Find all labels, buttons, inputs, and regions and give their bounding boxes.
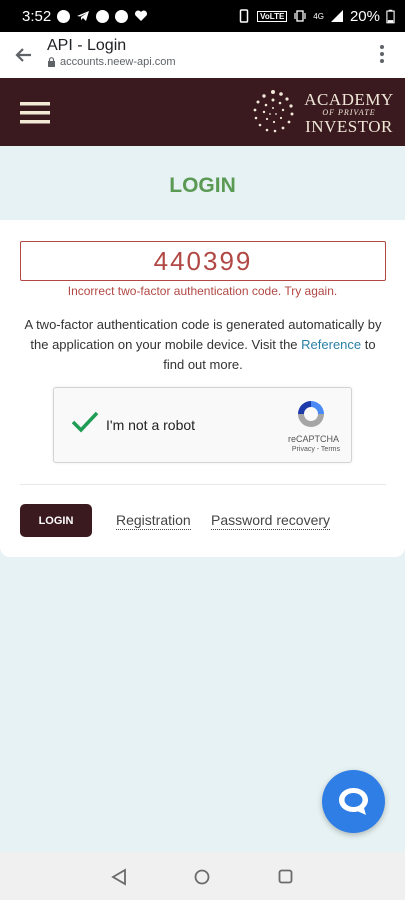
info-text: A two-factor authentication code is gene… bbox=[20, 315, 386, 375]
url-text: accounts.neew-api.com bbox=[60, 56, 176, 68]
nav-back-icon[interactable] bbox=[111, 868, 127, 886]
vibrate-icon bbox=[294, 10, 306, 22]
whatsapp-icon bbox=[57, 9, 71, 23]
registration-link[interactable]: Registration bbox=[116, 512, 191, 530]
browser-bar: API - Login accounts.neew-api.com bbox=[0, 32, 405, 78]
phone-icon bbox=[239, 9, 249, 23]
recaptcha-privacy-terms[interactable]: Privacy - Terms bbox=[292, 446, 340, 453]
login-card: Incorrect two-factor authentication code… bbox=[0, 220, 405, 557]
login-button[interactable]: LOGIN bbox=[20, 504, 92, 537]
battery-icon bbox=[386, 9, 395, 23]
checkmark-icon[interactable] bbox=[70, 410, 100, 434]
logo-text: Academy of private Investor bbox=[303, 91, 395, 135]
signal-icon bbox=[330, 10, 343, 22]
heart-icon bbox=[135, 10, 148, 21]
battery-percent: 20% bbox=[349, 7, 380, 25]
messenger-icon bbox=[96, 9, 110, 23]
status-bar: 3:52 VoLTE 4G 20% bbox=[0, 0, 405, 32]
recaptcha-logo-icon bbox=[298, 401, 324, 427]
recaptcha-brand: reCAPTCHA bbox=[287, 434, 339, 444]
two-factor-code-input[interactable] bbox=[20, 241, 386, 281]
status-time: 3:52 bbox=[22, 7, 52, 25]
logo-line-1: Academy bbox=[304, 90, 394, 109]
hamburger-menu-icon[interactable] bbox=[20, 102, 50, 124]
back-arrow-icon[interactable] bbox=[12, 44, 34, 66]
error-message: Incorrect two-factor authentication code… bbox=[67, 284, 338, 298]
messenger-icon-2 bbox=[115, 9, 129, 23]
url-line: accounts.neew-api.com bbox=[47, 56, 176, 68]
logo-line-3: Investor bbox=[305, 117, 393, 136]
login-title-band: LOGIN bbox=[0, 146, 405, 220]
volte-badge: VoLTE bbox=[257, 10, 288, 22]
android-nav-bar bbox=[0, 852, 405, 900]
recaptcha-widget: I'm not a robot reCAPTCHA Privacy - Term… bbox=[53, 387, 352, 463]
chat-bubble-icon bbox=[339, 788, 368, 815]
nav-home-icon[interactable] bbox=[194, 869, 210, 885]
dotted-circle-logo-icon bbox=[253, 90, 294, 133]
password-recovery-link[interactable]: Password recovery bbox=[211, 512, 331, 530]
divider bbox=[20, 484, 386, 485]
site-header: Academy of private Investor bbox=[0, 78, 405, 146]
menu-dots-icon[interactable] bbox=[379, 44, 385, 64]
chat-button[interactable] bbox=[322, 770, 385, 833]
page-title: API - Login bbox=[47, 37, 127, 54]
academy-logo[interactable]: Academy of private Investor bbox=[247, 88, 399, 136]
nav-recent-apps-icon[interactable] bbox=[278, 869, 293, 884]
not-robot-label: I'm not a robot bbox=[106, 417, 196, 433]
lock-icon bbox=[48, 57, 55, 67]
address-block[interactable]: API - Login accounts.neew-api.com bbox=[47, 37, 176, 68]
telegram-icon bbox=[77, 11, 90, 21]
network-type: 4G bbox=[313, 11, 324, 21]
login-heading: LOGIN bbox=[169, 174, 236, 197]
reference-link[interactable]: Reference bbox=[301, 337, 361, 352]
